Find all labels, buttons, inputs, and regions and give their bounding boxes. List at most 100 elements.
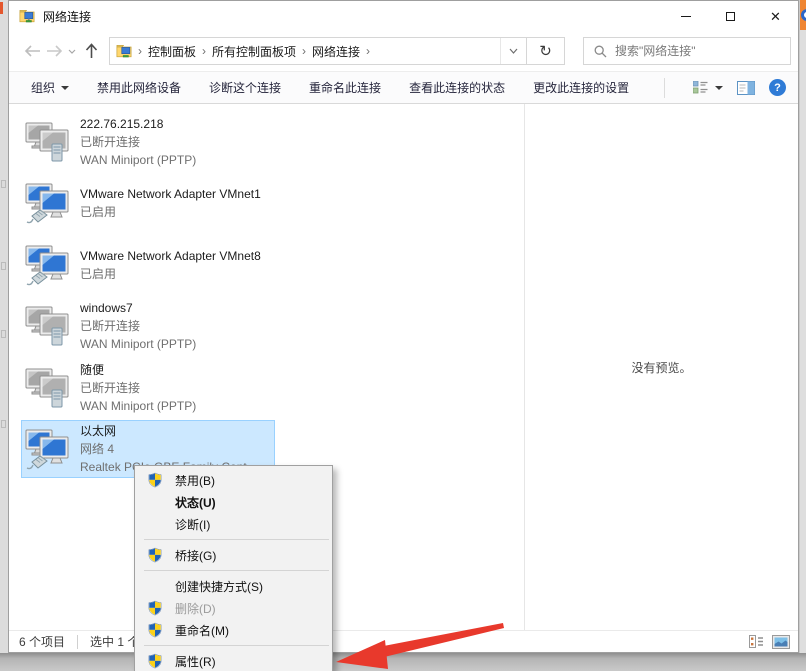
background-icon-fragment (1, 262, 6, 270)
statusbar-divider (77, 635, 78, 649)
back-button[interactable] (21, 45, 43, 57)
context-menu-separator (144, 570, 329, 571)
connection-list-item[interactable]: VMware Network Adapter VMnet1 已启用 (21, 174, 275, 232)
context-menu-item[interactable]: 诊断(I) (135, 513, 332, 535)
connection-status: 已断开连接 (80, 133, 274, 151)
help-button[interactable]: ? (769, 79, 786, 96)
preview-pane: 没有预览。 (525, 104, 798, 630)
breadcrumb-chevron-icon: › (196, 44, 212, 58)
recent-pages-dropdown[interactable] (65, 49, 79, 54)
organize-menu-button[interactable]: 组织 (31, 79, 69, 96)
context-menu-item-label: 重命名(M) (175, 622, 229, 639)
network-adapter-icon (24, 181, 72, 225)
connection-name: 以太网 (80, 422, 274, 440)
background-window-left-strip (0, 0, 8, 671)
background-browser-icon-fragment (800, 0, 806, 30)
uac-shield-icon (147, 472, 163, 488)
toolbar-action[interactable]: 诊断这个连接 (209, 79, 281, 96)
close-button[interactable]: ✕ (753, 1, 798, 31)
context-menu-item-label: 诊断(I) (175, 516, 210, 533)
connection-name: VMware Network Adapter VMnet8 (80, 247, 274, 265)
details-view-button[interactable] (749, 635, 764, 648)
command-toolbar: 组织 禁用此网络设备 诊断这个连接 重命名此连接 查看此连接的状态 更改此连接的设置 (9, 71, 798, 104)
connection-status: 已启用 (80, 203, 274, 221)
connection-device: WAN Miniport (PPTP) (80, 335, 274, 353)
context-menu-item[interactable]: 桥接(G) (135, 544, 332, 566)
status-bar: 6 个项目 选中 1 个 (9, 630, 798, 652)
search-input[interactable] (615, 44, 775, 58)
preview-pane-button[interactable] (737, 81, 755, 95)
connection-name: 随便 (80, 361, 274, 379)
context-menu-item[interactable]: 删除(D) (135, 597, 332, 619)
minimize-button[interactable] (663, 1, 708, 31)
refresh-icon: ↻ (539, 42, 552, 60)
preview-pane-icon (737, 81, 755, 95)
close-icon: ✕ (770, 10, 781, 23)
connection-list-item[interactable]: 随便 已断开连接 WAN Miniport (PPTP) (21, 359, 275, 417)
navigation-bar: › 控制面板 › 所有控制面板项 › 网络连接 › ↻ (9, 31, 798, 71)
network-folder-icon (19, 9, 35, 23)
connection-status: 网络 4 (80, 440, 274, 458)
context-menu-item[interactable]: 属性(R) (135, 650, 332, 671)
breadcrumb-item[interactable]: 网络连接 (312, 43, 360, 60)
breadcrumb-item[interactable]: 所有控制面板项 (212, 43, 296, 60)
breadcrumb-chevron-icon: › (132, 44, 148, 58)
address-dropdown-button[interactable] (500, 38, 526, 64)
context-menu: 禁用(B) 状态(U) 诊断(I) (134, 465, 333, 671)
background-window-right-strip (800, 0, 806, 671)
help-icon: ? (769, 79, 786, 96)
background-bottom-band (0, 653, 806, 671)
background-icon-fragment (1, 330, 6, 338)
breadcrumb-chevron-icon: › (296, 44, 312, 58)
context-menu-item-label: 删除(D) (175, 600, 216, 617)
connection-list-item[interactable]: VMware Network Adapter VMnet8 已启用 (21, 236, 275, 294)
view-options-button[interactable] (693, 81, 723, 94)
context-menu-item[interactable]: 状态(U) (135, 491, 332, 513)
magnifier-icon (594, 45, 607, 58)
connection-status: 已断开连接 (80, 379, 274, 397)
connection-name: VMware Network Adapter VMnet1 (80, 185, 274, 203)
selected-count: 选中 1 个 (90, 633, 139, 650)
thumbnail-view-button[interactable] (772, 635, 790, 649)
address-bar[interactable]: › 控制面板 › 所有控制面板项 › 网络连接 › (109, 37, 527, 65)
connection-name: 222.76.215.218 (80, 115, 274, 133)
context-menu-item-label: 状态(U) (175, 494, 216, 511)
connection-list-area: 222.76.215.218 已断开连接 WAN Miniport (PPTP) (9, 104, 798, 630)
connection-device: WAN Miniport (PPTP) (80, 151, 274, 169)
context-menu-item-label: 属性(R) (175, 653, 216, 670)
connection-name: windows7 (80, 299, 274, 317)
breadcrumb-item[interactable]: 控制面板 (148, 43, 196, 60)
connection-status: 已断开连接 (80, 317, 274, 335)
context-menu-item[interactable]: 创建快捷方式(S) (135, 575, 332, 597)
maximize-icon (726, 12, 735, 21)
network-adapter-icon (24, 366, 72, 410)
breadcrumb-chevron-icon: › (360, 44, 376, 58)
thumbnail-view-icon (772, 635, 790, 649)
toolbar-separator (664, 78, 665, 98)
toolbar-action[interactable]: 禁用此网络设备 (97, 79, 181, 96)
background-icon-fragment (1, 180, 6, 188)
uac-shield-icon (147, 622, 163, 638)
chevron-down-icon (715, 86, 723, 90)
title-bar: 网络连接 ✕ (9, 1, 798, 31)
chevron-down-icon (61, 86, 69, 90)
connection-list-item[interactable]: 222.76.215.218 已断开连接 WAN Miniport (PPTP) (21, 113, 275, 171)
forward-button[interactable] (43, 45, 65, 57)
network-connections-window: 网络连接 ✕ (8, 0, 799, 653)
context-menu-item[interactable]: 重命名(M) (135, 619, 332, 641)
context-menu-item-label: 禁用(B) (175, 472, 215, 489)
toolbar-action[interactable]: 更改此连接的设置 (533, 79, 629, 96)
context-menu-item[interactable]: 禁用(B) (135, 469, 332, 491)
search-box[interactable] (583, 37, 791, 65)
context-menu-separator (144, 539, 329, 540)
connection-list-item[interactable]: windows7 已断开连接 WAN Miniport (PPTP) (21, 297, 275, 355)
refresh-button[interactable]: ↻ (527, 37, 565, 65)
uac-shield-icon (147, 547, 163, 563)
context-menu-separator (144, 645, 329, 646)
uac-shield-icon (147, 653, 163, 669)
details-view-icon (749, 635, 764, 648)
maximize-button[interactable] (708, 1, 753, 31)
toolbar-action[interactable]: 查看此连接的状态 (409, 79, 505, 96)
up-button[interactable] (79, 43, 103, 59)
toolbar-action[interactable]: 重命名此连接 (309, 79, 381, 96)
